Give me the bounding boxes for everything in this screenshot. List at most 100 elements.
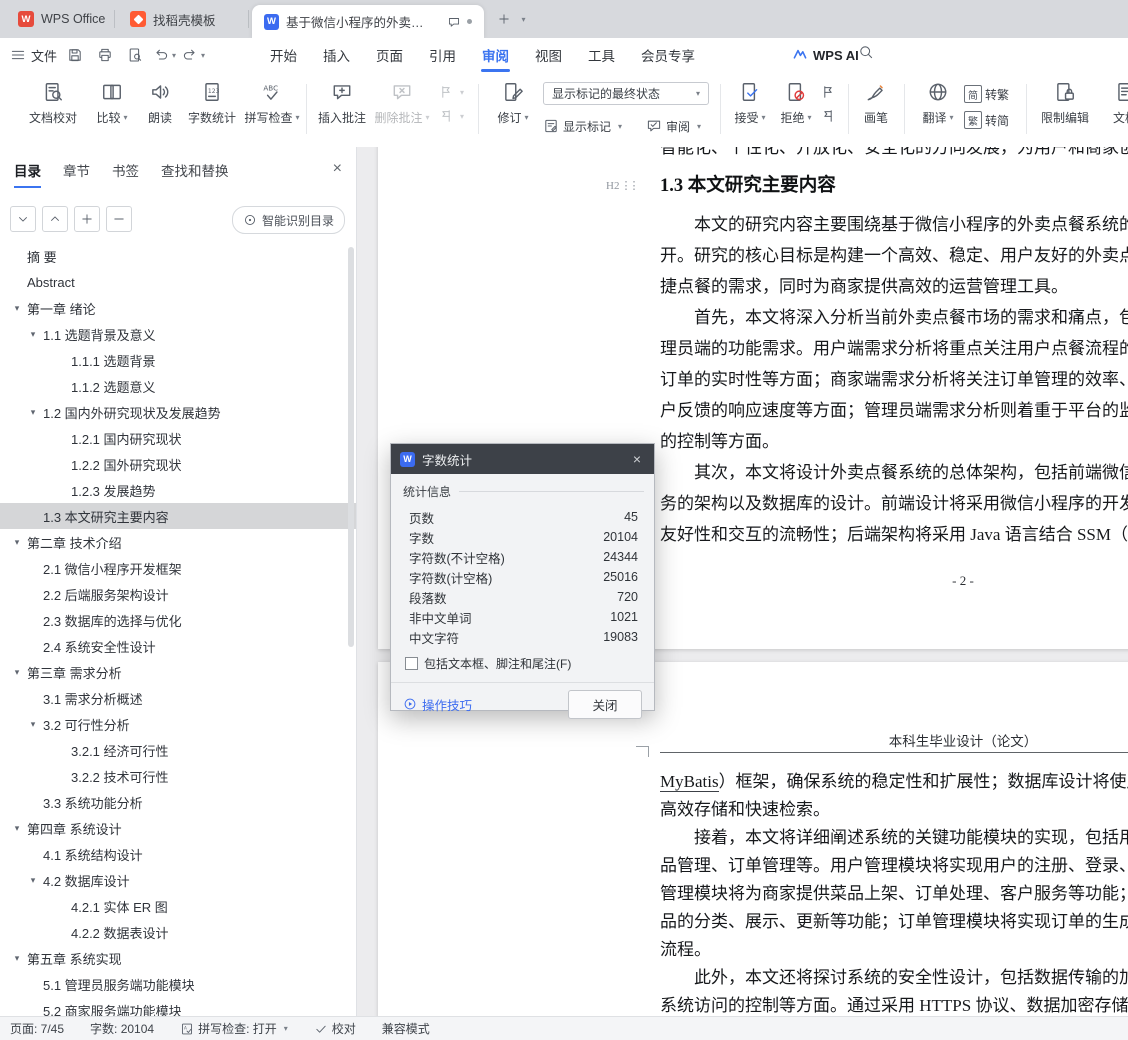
print-preview-button[interactable]: [123, 43, 147, 67]
new-tab-button[interactable]: [492, 7, 516, 31]
sidebar-tab[interactable]: 目录: [14, 156, 41, 188]
word-count-indicator[interactable]: 字数: 20104: [90, 1020, 154, 1037]
toc-expand-arrow[interactable]: ▾: [10, 303, 24, 314]
toc-item[interactable]: ▾ 1.2.1 国内研究现状: [0, 425, 356, 451]
toc-expand-arrow[interactable]: ▾: [10, 823, 24, 834]
delete-comment-button[interactable]: 删除批注 ▾: [372, 79, 432, 139]
wps-ai-button[interactable]: WPS AI: [792, 38, 859, 72]
toc-expand-arrow[interactable]: ▾: [26, 875, 40, 886]
checkbox-icon[interactable]: [405, 657, 418, 670]
toc-expand-arrow[interactable]: ▾: [26, 719, 40, 730]
close-button[interactable]: 关闭: [568, 689, 642, 719]
ribbon-tab[interactable]: 引用: [416, 38, 469, 72]
sidebar-tab[interactable]: 书签: [112, 156, 139, 184]
toc-expand-arrow[interactable]: ▾: [10, 537, 24, 548]
toc-item[interactable]: ▾ 摘 要: [0, 243, 356, 269]
page-indicator[interactable]: 页面: 7/45: [10, 1020, 64, 1037]
file-menu-button[interactable]: 文件: [10, 46, 57, 65]
toc-item[interactable]: ▾ 3.2.2 技术可行性: [0, 763, 356, 789]
save-button[interactable]: [63, 43, 87, 67]
toc-item[interactable]: ▾ 第五章 系统实现: [0, 945, 356, 971]
toc-expand-arrow[interactable]: ▾: [26, 407, 40, 418]
toc-item[interactable]: ▾ 4.2 数据库设计: [0, 867, 356, 893]
toc-item[interactable]: ▾ 第二章 技术介绍: [0, 529, 356, 555]
toc-item[interactable]: ▾ 5.2 商家服务端功能模块: [0, 997, 356, 1017]
markup-state-dropdown[interactable]: 显示标记的最终状态 ▾: [543, 82, 709, 105]
tab-list-dropdown[interactable]: ▾: [514, 7, 530, 31]
toc-item[interactable]: ▾ 1.3 本文研究主要内容: [0, 503, 356, 529]
ribbon-tab[interactable]: 会员专享: [628, 38, 708, 72]
read-aloud-button[interactable]: 朗读: [138, 79, 182, 139]
toc-item[interactable]: ▾ 2.2 后端服务架构设计: [0, 581, 356, 607]
next-change-button[interactable]: [820, 108, 836, 124]
ribbon-tab[interactable]: 开始: [257, 38, 310, 72]
toc-item[interactable]: ▾ 3.3 系统功能分析: [0, 789, 356, 815]
close-dialog-icon[interactable]: ×: [629, 450, 645, 468]
comment-bubble-icon[interactable]: [447, 15, 461, 29]
toc-item[interactable]: ▾ 3.1 需求分析概述: [0, 685, 356, 711]
previous-comment-button[interactable]: ▾: [438, 84, 464, 100]
restrict-editing-button[interactable]: 限制编辑: [1034, 79, 1096, 139]
toc-expand-arrow[interactable]: ▾: [10, 667, 24, 678]
toc-expand-arrow[interactable]: ▾: [10, 953, 24, 964]
toc-item[interactable]: ▾ 1.1.2 选题意义: [0, 373, 356, 399]
expand-all-button[interactable]: [10, 206, 36, 232]
pen-button[interactable]: 画笔: [854, 79, 898, 139]
ribbon-tab[interactable]: 插入: [310, 38, 363, 72]
toc-item[interactable]: ▾ 5.1 管理员服务端功能模块: [0, 971, 356, 997]
sidebar-scrollbar[interactable]: [348, 247, 354, 647]
word-count-button[interactable]: 字数统计: [184, 79, 240, 139]
toc-item[interactable]: ▾ 1.1 选题背景及意义: [0, 321, 356, 347]
zoom-out-outline-button[interactable]: [106, 206, 132, 232]
search-icon[interactable]: [858, 44, 874, 60]
toc-item[interactable]: ▾ 1.2.3 发展趋势: [0, 477, 356, 503]
next-comment-button[interactable]: ▾: [438, 108, 464, 124]
toc-item[interactable]: ▾ Abstract: [0, 269, 356, 295]
traditional-to-simplified-button[interactable]: 繁 转简: [964, 111, 1009, 129]
heading-level-marker[interactable]: H2 ⋮⋮: [606, 179, 639, 193]
document-permission-button[interactable]: 文档: [1100, 79, 1128, 139]
collapse-all-button[interactable]: [42, 206, 68, 232]
smart-toc-button[interactable]: 智能识别目录: [231, 206, 345, 234]
simplified-to-traditional-button[interactable]: 简 转繁: [964, 85, 1009, 103]
ribbon-tab[interactable]: 审阅: [469, 38, 522, 72]
toc-expand-arrow[interactable]: ▾: [26, 329, 40, 340]
redo-button[interactable]: ▾: [182, 47, 205, 63]
toc-item[interactable]: ▾ 4.2.1 实体 ER 图: [0, 893, 356, 919]
tips-link[interactable]: 操作技巧: [403, 695, 472, 714]
ribbon-tab[interactable]: 页面: [363, 38, 416, 72]
sidebar-tab[interactable]: 章节: [63, 156, 90, 184]
tab-wps-office[interactable]: W WPS Office: [6, 0, 117, 38]
review-mode-button[interactable]: 审阅 ▾: [646, 114, 701, 138]
toc-item[interactable]: ▾ 第四章 系统设计: [0, 815, 356, 841]
spell-check-toggle[interactable]: 拼写检查: 打开 ▾: [180, 1020, 288, 1037]
toc-item[interactable]: ▾ 4.2.2 数据表设计: [0, 919, 356, 945]
accept-change-button[interactable]: 接受 ▾: [728, 79, 772, 139]
toc-item[interactable]: ▾ 3.2 可行性分析: [0, 711, 356, 737]
spell-check-button[interactable]: 拼写检查 ▾: [242, 79, 302, 139]
insert-comment-button[interactable]: 插入批注: [314, 79, 370, 139]
toc-item[interactable]: ▾ 2.3 数据库的选择与优化: [0, 607, 356, 633]
sidebar-tab[interactable]: 查找和替换: [161, 156, 229, 184]
document-proofing-button[interactable]: 文档校对: [24, 79, 82, 139]
tab-document[interactable]: W 基于微信小程序的外卖点餐系...: [252, 5, 484, 38]
toc-item[interactable]: ▾ 3.2.1 经济可行性: [0, 737, 356, 763]
toc-item[interactable]: ▾ 第一章 绪论: [0, 295, 356, 321]
proofing-indicator[interactable]: 校对: [314, 1020, 356, 1037]
toc-item[interactable]: ▾ 2.1 微信小程序开发框架: [0, 555, 356, 581]
tab-docer-templates[interactable]: 找稻壳模板: [118, 0, 228, 38]
compare-button[interactable]: 比较 ▾: [88, 79, 136, 139]
toc-item[interactable]: ▾ 第三章 需求分析: [0, 659, 356, 685]
reject-change-button[interactable]: 拒绝 ▾: [774, 79, 818, 139]
print-button[interactable]: [93, 43, 117, 67]
compatibility-mode-indicator[interactable]: 兼容模式: [382, 1020, 430, 1037]
undo-button[interactable]: ▾: [153, 47, 176, 63]
close-sidebar-icon[interactable]: ×: [333, 159, 342, 179]
toc-item[interactable]: ▾ 4.1 系统结构设计: [0, 841, 356, 867]
track-changes-button[interactable]: 修订 ▾: [490, 79, 536, 139]
toc-item[interactable]: ▾ 1.2 国内外研究现状及发展趋势: [0, 399, 356, 425]
zoom-in-outline-button[interactable]: [74, 206, 100, 232]
ribbon-tab[interactable]: 视图: [522, 38, 575, 72]
toc-item[interactable]: ▾ 1.2.2 国外研究现状: [0, 451, 356, 477]
ribbon-tab[interactable]: 工具: [575, 38, 628, 72]
